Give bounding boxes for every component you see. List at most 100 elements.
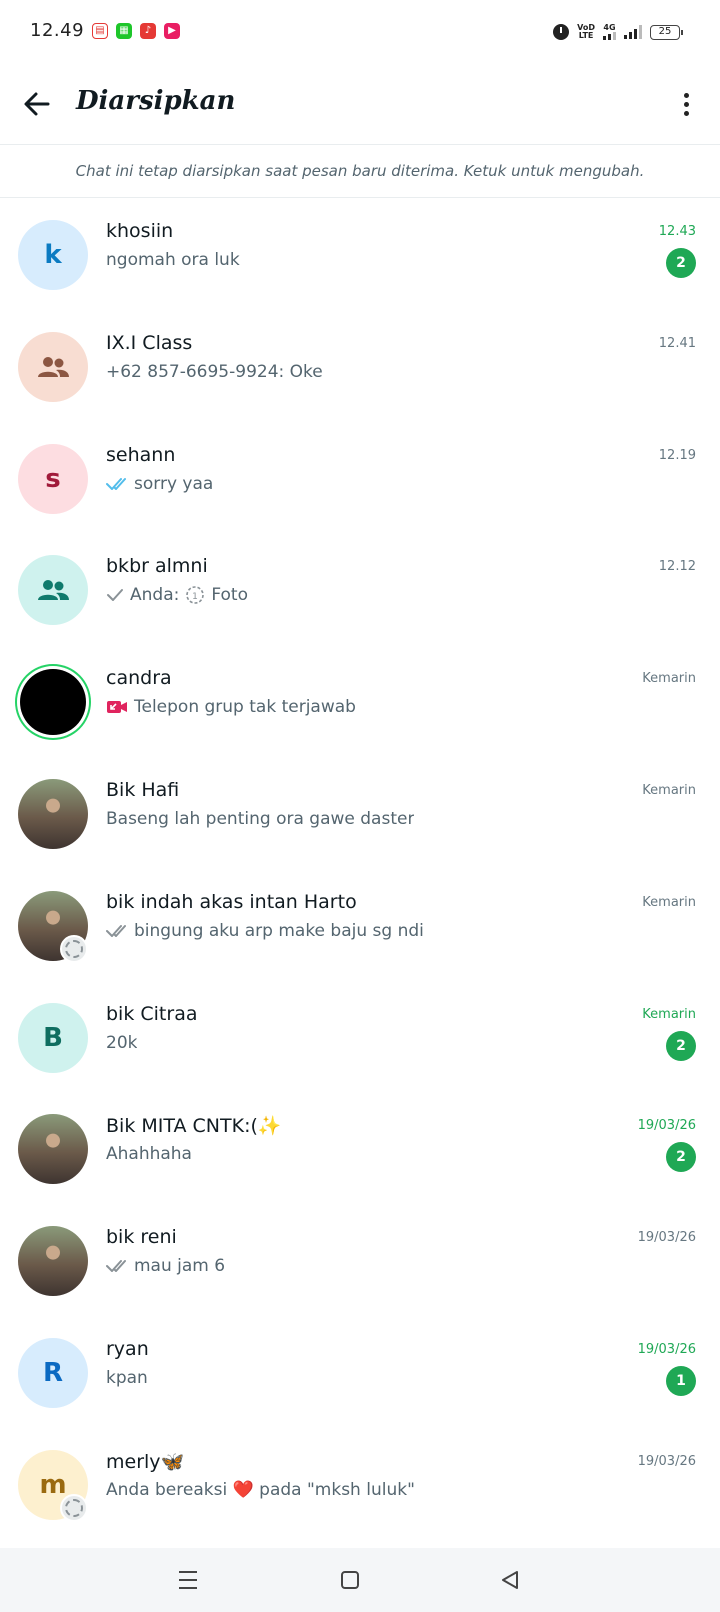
chat-preview-text: Telepon grup tak terjawab — [134, 697, 356, 718]
chat-name: Bik MITA CNTK:(✨ — [106, 1115, 282, 1138]
profile-photo — [18, 1226, 88, 1297]
chat-timestamp: Kemarin — [642, 671, 696, 687]
avatar[interactable]: R — [18, 1337, 88, 1408]
chat-name: bik reni — [106, 1226, 177, 1249]
chat-timestamp: 19/03/26 — [637, 1230, 696, 1246]
system-status-icons: VoD LTE 4G 25 — [553, 20, 683, 44]
chat-preview-text: mau jam 6 — [134, 1256, 226, 1277]
chat-row[interactable]: Rryan kpan 19/03/26 1 — [0, 1316, 720, 1428]
chat-timestamp: 19/03/26 — [637, 1118, 696, 1134]
unread-count-badge: 2 — [666, 248, 696, 278]
notification-icons: ▤ ▦ ♪ ▶ — [92, 23, 180, 39]
network-4g-icon: 4G — [603, 24, 616, 40]
chat-preview-text: ngomah ora luk — [106, 250, 240, 270]
status-update-icon — [60, 1493, 88, 1522]
unread-count-badge: 2 — [666, 1030, 696, 1061]
status-update-icon — [60, 934, 88, 963]
avatar[interactable] — [18, 331, 88, 402]
chat-preview: Ahahhaha — [106, 1144, 192, 1164]
video-app-icon: ▶ — [164, 23, 180, 39]
page-title: Diarsipkan — [76, 86, 236, 116]
chat-list: k khosiin ngomah ora luk 12.43 2 IX.I Class +6… — [0, 198, 720, 1540]
chat-name: IX.I Class — [106, 331, 193, 354]
chat-row[interactable]: Bbik Citraa 20k Kemarin 2 — [0, 981, 720, 1093]
chat-row[interactable]: k khosiin ngomah ora luk 12.43 2 — [0, 198, 720, 310]
back-button[interactable] — [18, 84, 58, 124]
back-nav-button[interactable] — [494, 1564, 526, 1596]
chat-preview: bingung aku arp make baju sg ndi — [106, 921, 424, 941]
avatar[interactable]: s — [18, 443, 88, 514]
alarm-icon — [553, 24, 570, 40]
app-notification-icon: ▤ — [92, 23, 108, 39]
chat-name: candra — [106, 667, 172, 690]
chat-row[interactable]: s sehann sorry yaa 12.19 — [0, 422, 720, 534]
chat-preview: mau jam 6 — [106, 1256, 225, 1276]
profile-photo — [18, 778, 88, 849]
avatar[interactable]: k — [18, 220, 88, 290]
avatar[interactable] — [18, 555, 88, 626]
app-notification-icon: ▦ — [116, 23, 132, 39]
home-button[interactable] — [334, 1564, 366, 1596]
chat-name: bkbr almni — [106, 555, 208, 578]
chat-row[interactable]: bkbr almni Anda: 1 Foto 12.12 — [0, 533, 720, 645]
avatar[interactable] — [18, 1226, 88, 1297]
chat-preview-text: Baseng lah penting ora gawe daster — [106, 808, 415, 829]
app-bar: Diarsipkan — [0, 64, 720, 144]
chat-timestamp: Kemarin — [642, 894, 696, 910]
home-square-icon — [341, 1571, 359, 1589]
archive-info-text: Chat ini tetap diarsipkan saat pesan bar… — [75, 162, 645, 180]
double-check-icon — [106, 1259, 128, 1273]
chat-row[interactable]: Bik MITA CNTK:(✨ Ahahhaha 19/03/26 2 — [0, 1092, 720, 1204]
avatar-initial: k — [44, 240, 62, 270]
chat-preview: ngomah ora luk — [106, 250, 240, 270]
recent-apps-button[interactable] — [172, 1564, 204, 1596]
avatar-initial: s — [45, 463, 61, 494]
chat-timestamp: Kemarin — [642, 1006, 696, 1022]
chat-timestamp: 12.19 — [658, 447, 696, 463]
chat-timestamp: 19/03/26 — [637, 1453, 696, 1469]
signal-icon — [624, 25, 642, 39]
chat-timestamp: Kemarin — [642, 782, 696, 798]
profile-photo — [18, 1114, 88, 1185]
chat-row[interactable]: IX.I Class +62 857-6695-9924: Oke 12.41 — [0, 310, 720, 422]
avatar[interactable] — [18, 778, 88, 849]
back-arrow-icon — [24, 92, 50, 116]
double-check-icon — [106, 924, 128, 938]
chat-row[interactable]: m merly🦋 Anda bereaksi ❤️ pada "mksh luluk… — [0, 1428, 720, 1540]
chat-preview: Anda: 1 Foto — [106, 585, 248, 605]
chat-preview: Anda bereaksi ❤️ pada "mksh luluk" — [106, 1480, 415, 1500]
avatar[interactable] — [20, 669, 86, 736]
music-app-icon: ♪ — [140, 23, 156, 39]
avatar[interactable]: B — [18, 1002, 88, 1073]
chat-row[interactable]: Bik Hafi Baseng lah penting ora gawe dast… — [0, 757, 720, 869]
chat-name: sehann — [106, 443, 176, 466]
chat-row[interactable]: candra Telepon grup tak terjawab Kemarin — [0, 645, 720, 757]
chat-row[interactable]: bik indah akas intan Harto bingung aku ar… — [0, 869, 720, 981]
avatar-initial: m — [39, 1469, 67, 1500]
chat-preview-text: 20k — [106, 1032, 138, 1053]
chat-name: ryan — [106, 1337, 149, 1360]
chat-name: bik indah akas intan Harto — [106, 890, 357, 913]
status-time: 12.49 — [30, 20, 85, 41]
chat-preview-text: +62 857-6695-9924: Oke — [106, 361, 323, 382]
more-options-button[interactable] — [674, 86, 698, 122]
chat-preview-text: bingung aku arp make baju sg ndi — [134, 920, 424, 941]
chat-timestamp: 12.12 — [658, 559, 696, 575]
archive-settings-banner[interactable]: Chat ini tetap diarsipkan saat pesan bar… — [0, 144, 720, 198]
chat-name: khosiin — [106, 220, 174, 242]
chat-preview: +62 857-6695-9924: Oke — [106, 362, 323, 382]
chat-preview-text: kpan — [106, 1367, 148, 1388]
chat-timestamp: 12.43 — [658, 224, 696, 239]
chat-timestamp: 12.41 — [658, 335, 696, 351]
chat-preview-text: Anda bereaksi ❤️ pada "mksh luluk" — [106, 1479, 415, 1500]
chat-preview: kpan — [106, 1368, 148, 1388]
chat-name: bik Citraa — [106, 1002, 198, 1025]
chat-name: Bik Hafi — [106, 778, 180, 801]
chat-row[interactable]: bik reni mau jam 6 19/03/26 — [0, 1204, 720, 1316]
avatar-initial: R — [42, 1357, 64, 1388]
avatar-initial: B — [43, 1022, 63, 1053]
avatar[interactable] — [18, 1114, 88, 1185]
unread-count-badge: 1 — [666, 1365, 696, 1396]
volte-icon: VoD LTE — [577, 23, 595, 40]
svg-text:1: 1 — [192, 592, 198, 602]
